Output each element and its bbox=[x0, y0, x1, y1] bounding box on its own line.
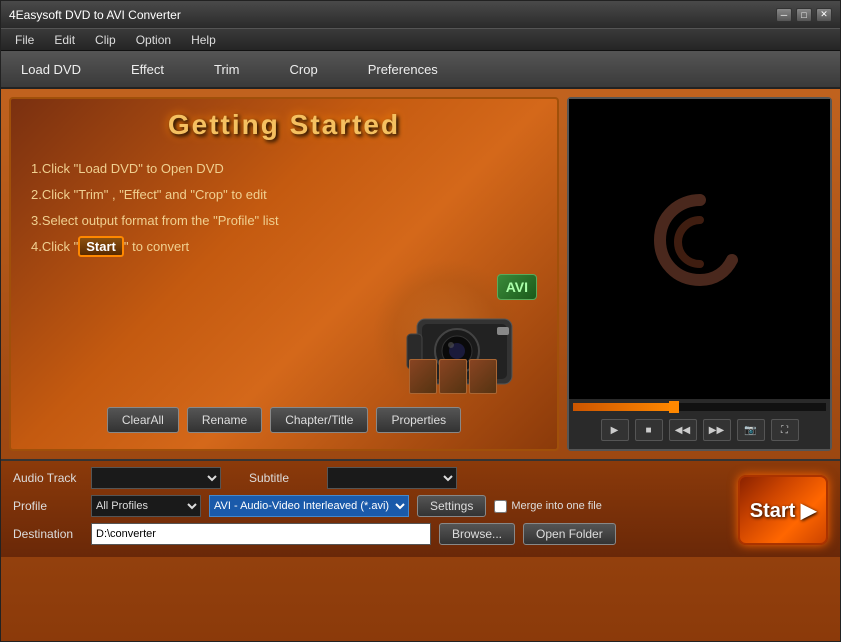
destination-row: Destination Browse... Open Folder bbox=[13, 523, 828, 545]
close-button[interactable]: ✕ bbox=[816, 8, 832, 22]
body-area: Load DVD Effect Trim Crop Preferences Ge… bbox=[1, 51, 840, 641]
form-area: Audio Track Subtitle Profile All Profile… bbox=[1, 459, 840, 557]
bottom-buttons: ClearAll Rename Chapter/Title Properties bbox=[11, 399, 557, 441]
menu-clip[interactable]: Clip bbox=[85, 31, 126, 49]
open-folder-button[interactable]: Open Folder bbox=[523, 523, 616, 545]
subtitle-select[interactable] bbox=[327, 467, 457, 489]
menu-edit[interactable]: Edit bbox=[44, 31, 85, 49]
video-preview bbox=[569, 99, 830, 399]
film-frame-3 bbox=[469, 359, 497, 394]
video-controls: ▶ ■ ◀◀ ▶▶ 📷 ⛶ bbox=[569, 399, 830, 449]
clear-all-button[interactable]: ClearAll bbox=[107, 407, 179, 433]
menu-file[interactable]: File bbox=[5, 31, 44, 49]
step-1: 1.Click "Load DVD" to Open DVD bbox=[31, 156, 547, 182]
browse-button[interactable]: Browse... bbox=[439, 523, 515, 545]
profile-format-select[interactable]: AVI - Audio-Video Interleaved (*.avi) bbox=[209, 495, 409, 517]
toolbar-preferences[interactable]: Preferences bbox=[358, 58, 448, 81]
film-frame-1 bbox=[409, 359, 437, 394]
merge-label: Merge into one file bbox=[511, 500, 602, 512]
playback-btns: ▶ ■ ◀◀ ▶▶ 📷 ⛶ bbox=[573, 415, 826, 445]
toolbar-crop[interactable]: Crop bbox=[280, 58, 328, 81]
logo-svg bbox=[640, 180, 760, 300]
audio-track-select[interactable] bbox=[91, 467, 221, 489]
destination-label: Destination bbox=[13, 527, 83, 541]
step-4: 4.Click "Start" to convert bbox=[31, 234, 547, 260]
audio-track-label: Audio Track bbox=[13, 471, 83, 485]
profile-category-select[interactable]: All Profiles bbox=[91, 495, 201, 517]
app-window: 4Easysoft DVD to AVI Converter ─ □ ✕ Fil… bbox=[0, 0, 841, 642]
instructions: 1.Click "Load DVD" to Open DVD 2.Click "… bbox=[21, 156, 547, 260]
toolbar-trim[interactable]: Trim bbox=[204, 58, 250, 81]
progress-fill bbox=[573, 403, 674, 411]
properties-button[interactable]: Properties bbox=[376, 407, 461, 433]
forward-button[interactable]: ▶▶ bbox=[703, 419, 731, 441]
profile-row: Profile All Profiles AVI - Audio-Video I… bbox=[13, 495, 828, 517]
destination-input[interactable] bbox=[91, 523, 431, 545]
content-row: Getting Started 1.Click "Load DVD" to Op… bbox=[1, 89, 840, 459]
maximize-button[interactable]: □ bbox=[796, 8, 812, 22]
cp-logo bbox=[640, 180, 760, 318]
subtitle-label: Subtitle bbox=[249, 471, 319, 485]
chapter-title-button[interactable]: Chapter/Title bbox=[270, 407, 368, 433]
titlebar-controls: ─ □ ✕ bbox=[776, 8, 832, 22]
toolbar-effect[interactable]: Effect bbox=[121, 58, 174, 81]
left-panel: Getting Started 1.Click "Load DVD" to Op… bbox=[9, 97, 559, 451]
step-2: 2.Click "Trim" , "Effect" and "Crop" to … bbox=[31, 182, 547, 208]
snapshot-button[interactable]: 📷 bbox=[737, 419, 765, 441]
start-highlight: Start bbox=[78, 236, 124, 257]
menu-option[interactable]: Option bbox=[126, 31, 181, 49]
profile-label: Profile bbox=[13, 499, 83, 513]
play-button[interactable]: ▶ bbox=[601, 419, 629, 441]
filmstrip bbox=[409, 359, 497, 394]
rewind-button[interactable]: ◀◀ bbox=[669, 419, 697, 441]
form-wrapper: Audio Track Subtitle Profile All Profile… bbox=[1, 459, 840, 557]
settings-button[interactable]: Settings bbox=[417, 495, 486, 517]
step-3: 3.Select output format from the "Profile… bbox=[31, 208, 547, 234]
toolbar: Load DVD Effect Trim Crop Preferences bbox=[1, 51, 840, 89]
rename-button[interactable]: Rename bbox=[187, 407, 262, 433]
merge-checkbox[interactable] bbox=[494, 500, 507, 513]
camera-graphic: AVI bbox=[357, 269, 537, 399]
getting-started-title: Getting Started bbox=[21, 109, 547, 141]
progress-bar-area[interactable] bbox=[573, 403, 826, 411]
app-title: 4Easysoft DVD to AVI Converter bbox=[9, 8, 181, 22]
film-frame-2 bbox=[439, 359, 467, 394]
fullscreen-button[interactable]: ⛶ bbox=[771, 419, 799, 441]
menubar: File Edit Clip Option Help bbox=[1, 29, 840, 51]
merge-check: Merge into one file bbox=[494, 500, 602, 513]
titlebar: 4Easysoft DVD to AVI Converter ─ □ ✕ bbox=[1, 1, 840, 29]
audio-subtitle-row: Audio Track Subtitle bbox=[13, 467, 828, 489]
minimize-button[interactable]: ─ bbox=[776, 8, 792, 22]
start-label: Start ▶ bbox=[750, 498, 817, 523]
avi-badge: AVI bbox=[497, 274, 537, 300]
toolbar-load-dvd[interactable]: Load DVD bbox=[11, 58, 91, 81]
right-panel: ▶ ■ ◀◀ ▶▶ 📷 ⛶ bbox=[567, 97, 832, 451]
menu-help[interactable]: Help bbox=[181, 31, 226, 49]
stop-button[interactable]: ■ bbox=[635, 419, 663, 441]
progress-handle[interactable] bbox=[669, 401, 679, 413]
start-button-big[interactable]: Start ▶ bbox=[738, 475, 828, 545]
